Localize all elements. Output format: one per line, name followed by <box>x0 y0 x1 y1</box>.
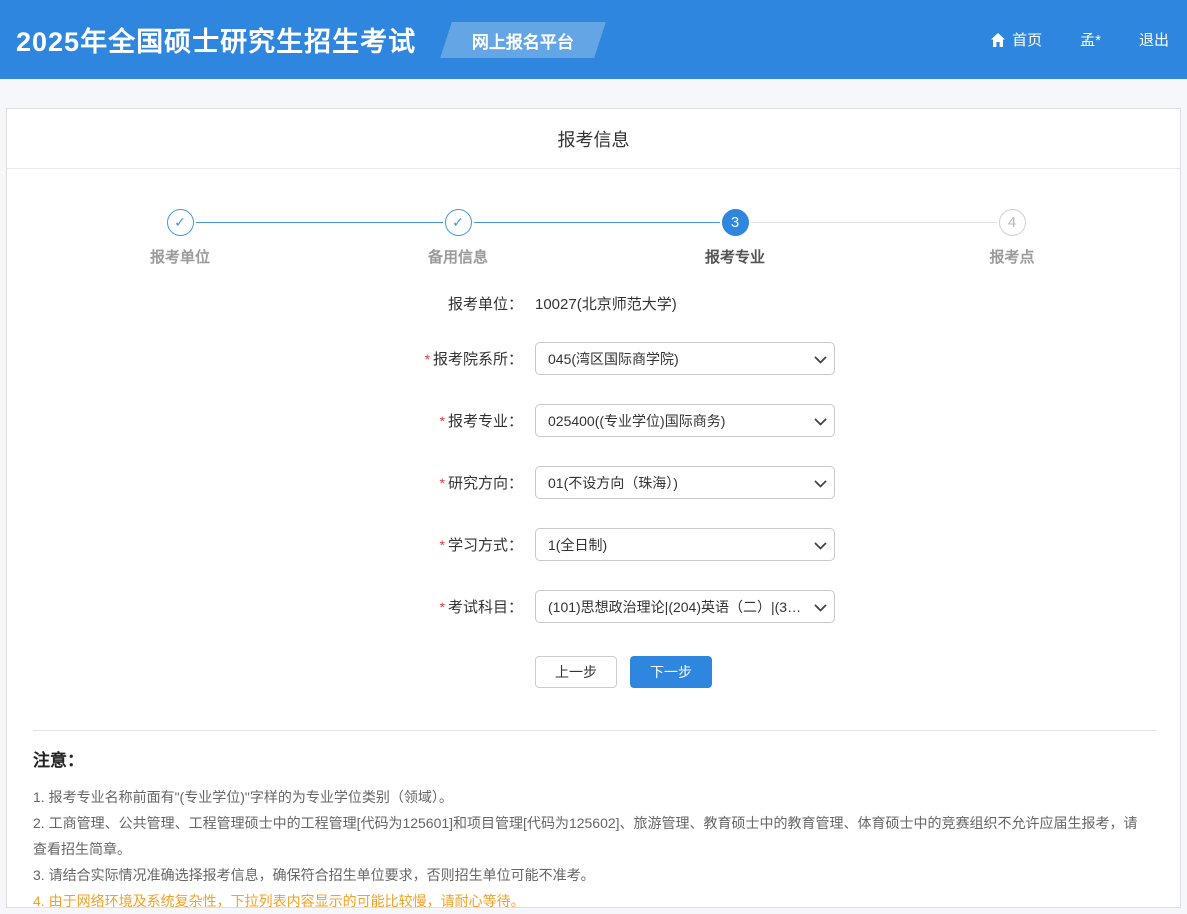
exam-subjects-select[interactable]: (101)思想政治理论|(204)英语（二）|(39... <box>535 590 835 623</box>
step-3-major: 3 报考专业 <box>675 209 795 267</box>
research-direction-label: *研究方向： <box>7 472 523 493</box>
department-select[interactable]: 045(湾区国际商学院) <box>535 342 835 375</box>
unit-row: 报考单位： 10027(北京师范大学) <box>7 293 1180 314</box>
research-direction-select[interactable]: 01(不设方向（珠海）) <box>535 466 835 499</box>
nav-home-label: 首页 <box>1012 29 1042 50</box>
step-4-exam-site: 4 报考点 <box>952 209 1072 267</box>
nav-logout-label: 退出 <box>1139 29 1169 50</box>
content-panel: 报考信息 ✓ 报考单位 ✓ 备用信息 3 报考专业 4 报考点 报考单位： 10… <box>6 108 1181 908</box>
step-1-unit: ✓ 报考单位 <box>120 209 240 267</box>
required-mark: * <box>440 537 445 553</box>
nav-logout[interactable]: 退出 <box>1139 29 1169 50</box>
major-select[interactable]: 025400((专业学位)国际商务) <box>535 404 835 437</box>
required-mark: * <box>425 351 430 367</box>
check-icon: ✓ <box>445 209 472 236</box>
app-header: 2025年全国硕士研究生招生考试 网上报名平台 首页 孟* 退出 <box>0 0 1187 79</box>
step-4-indicator: 4 <box>999 209 1026 236</box>
application-form: 报考单位： 10027(北京师范大学) *报考院系所： 045(湾区国际商学院)… <box>7 293 1180 688</box>
wizard-stepper: ✓ 报考单位 ✓ 备用信息 3 报考专业 4 报考点 <box>7 169 1180 281</box>
study-mode-select[interactable]: 1(全日制) <box>535 528 835 561</box>
exam-subjects-label: *考试科目： <box>7 596 523 617</box>
unit-label: 报考单位： <box>7 293 523 314</box>
unit-value: 10027(北京师范大学) <box>535 293 677 314</box>
previous-step-button[interactable]: 上一步 <box>535 656 617 688</box>
platform-badge-label: 网上报名平台 <box>472 27 574 52</box>
step-2-label: 备用信息 <box>398 246 518 267</box>
study-mode-label: *学习方式： <box>7 534 523 555</box>
major-label: *报考专业： <box>7 410 523 431</box>
step-4-label: 报考点 <box>952 246 1072 267</box>
research-direction-row: *研究方向： 01(不设方向（珠海）) <box>7 466 1180 499</box>
study-mode-row: *学习方式： 1(全日制) <box>7 528 1180 561</box>
next-step-button[interactable]: 下一步 <box>630 656 712 688</box>
home-icon <box>990 32 1006 48</box>
nav-user[interactable]: 孟* <box>1080 29 1101 50</box>
step-3-indicator: 3 <box>722 209 749 236</box>
department-row: *报考院系所： 045(湾区国际商学院) <box>7 342 1180 375</box>
header-nav: 首页 孟* 退出 <box>990 29 1169 50</box>
department-label: *报考院系所： <box>7 348 523 369</box>
nav-user-label: 孟* <box>1080 29 1101 50</box>
notice-section: 注意： 1. 报考专业名称前面有"(专业学位)"字样的为专业学位类别（领域）。 … <box>7 731 1180 914</box>
required-mark: * <box>440 599 445 615</box>
notice-item-2: 2. 工商管理、公共管理、工程管理硕士中的工程管理[代码为125601]和项目管… <box>33 810 1150 862</box>
notice-title: 注意： <box>33 746 1150 771</box>
nav-home[interactable]: 首页 <box>990 29 1042 50</box>
form-buttons: 上一步 下一步 <box>535 656 1180 688</box>
platform-badge: 网上报名平台 <box>440 22 606 58</box>
notice-item-3: 3. 请结合实际情况准确选择报考信息，确保符合招生单位要求，否则招生单位可能不准… <box>33 862 1150 888</box>
required-mark: * <box>440 413 445 429</box>
notice-item-1: 1. 报考专业名称前面有"(专业学位)"字样的为专业学位类别（领域）。 <box>33 784 1150 810</box>
page-title: 报考信息 <box>7 109 1180 169</box>
major-row: *报考专业： 025400((专业学位)国际商务) <box>7 404 1180 437</box>
notice-item-4: 4. 由于网络环境及系统复杂性，下拉列表内容显示的可能比较慢，请耐心等待。 <box>33 888 1150 914</box>
app-title: 2025年全国硕士研究生招生考试 <box>16 20 416 59</box>
step-3-label: 报考专业 <box>675 246 795 267</box>
required-mark: * <box>440 475 445 491</box>
step-2-backup-info: ✓ 备用信息 <box>398 209 518 267</box>
step-1-label: 报考单位 <box>120 246 240 267</box>
check-icon: ✓ <box>167 209 194 236</box>
exam-subjects-row: *考试科目： (101)思想政治理论|(204)英语（二）|(39... <box>7 590 1180 623</box>
